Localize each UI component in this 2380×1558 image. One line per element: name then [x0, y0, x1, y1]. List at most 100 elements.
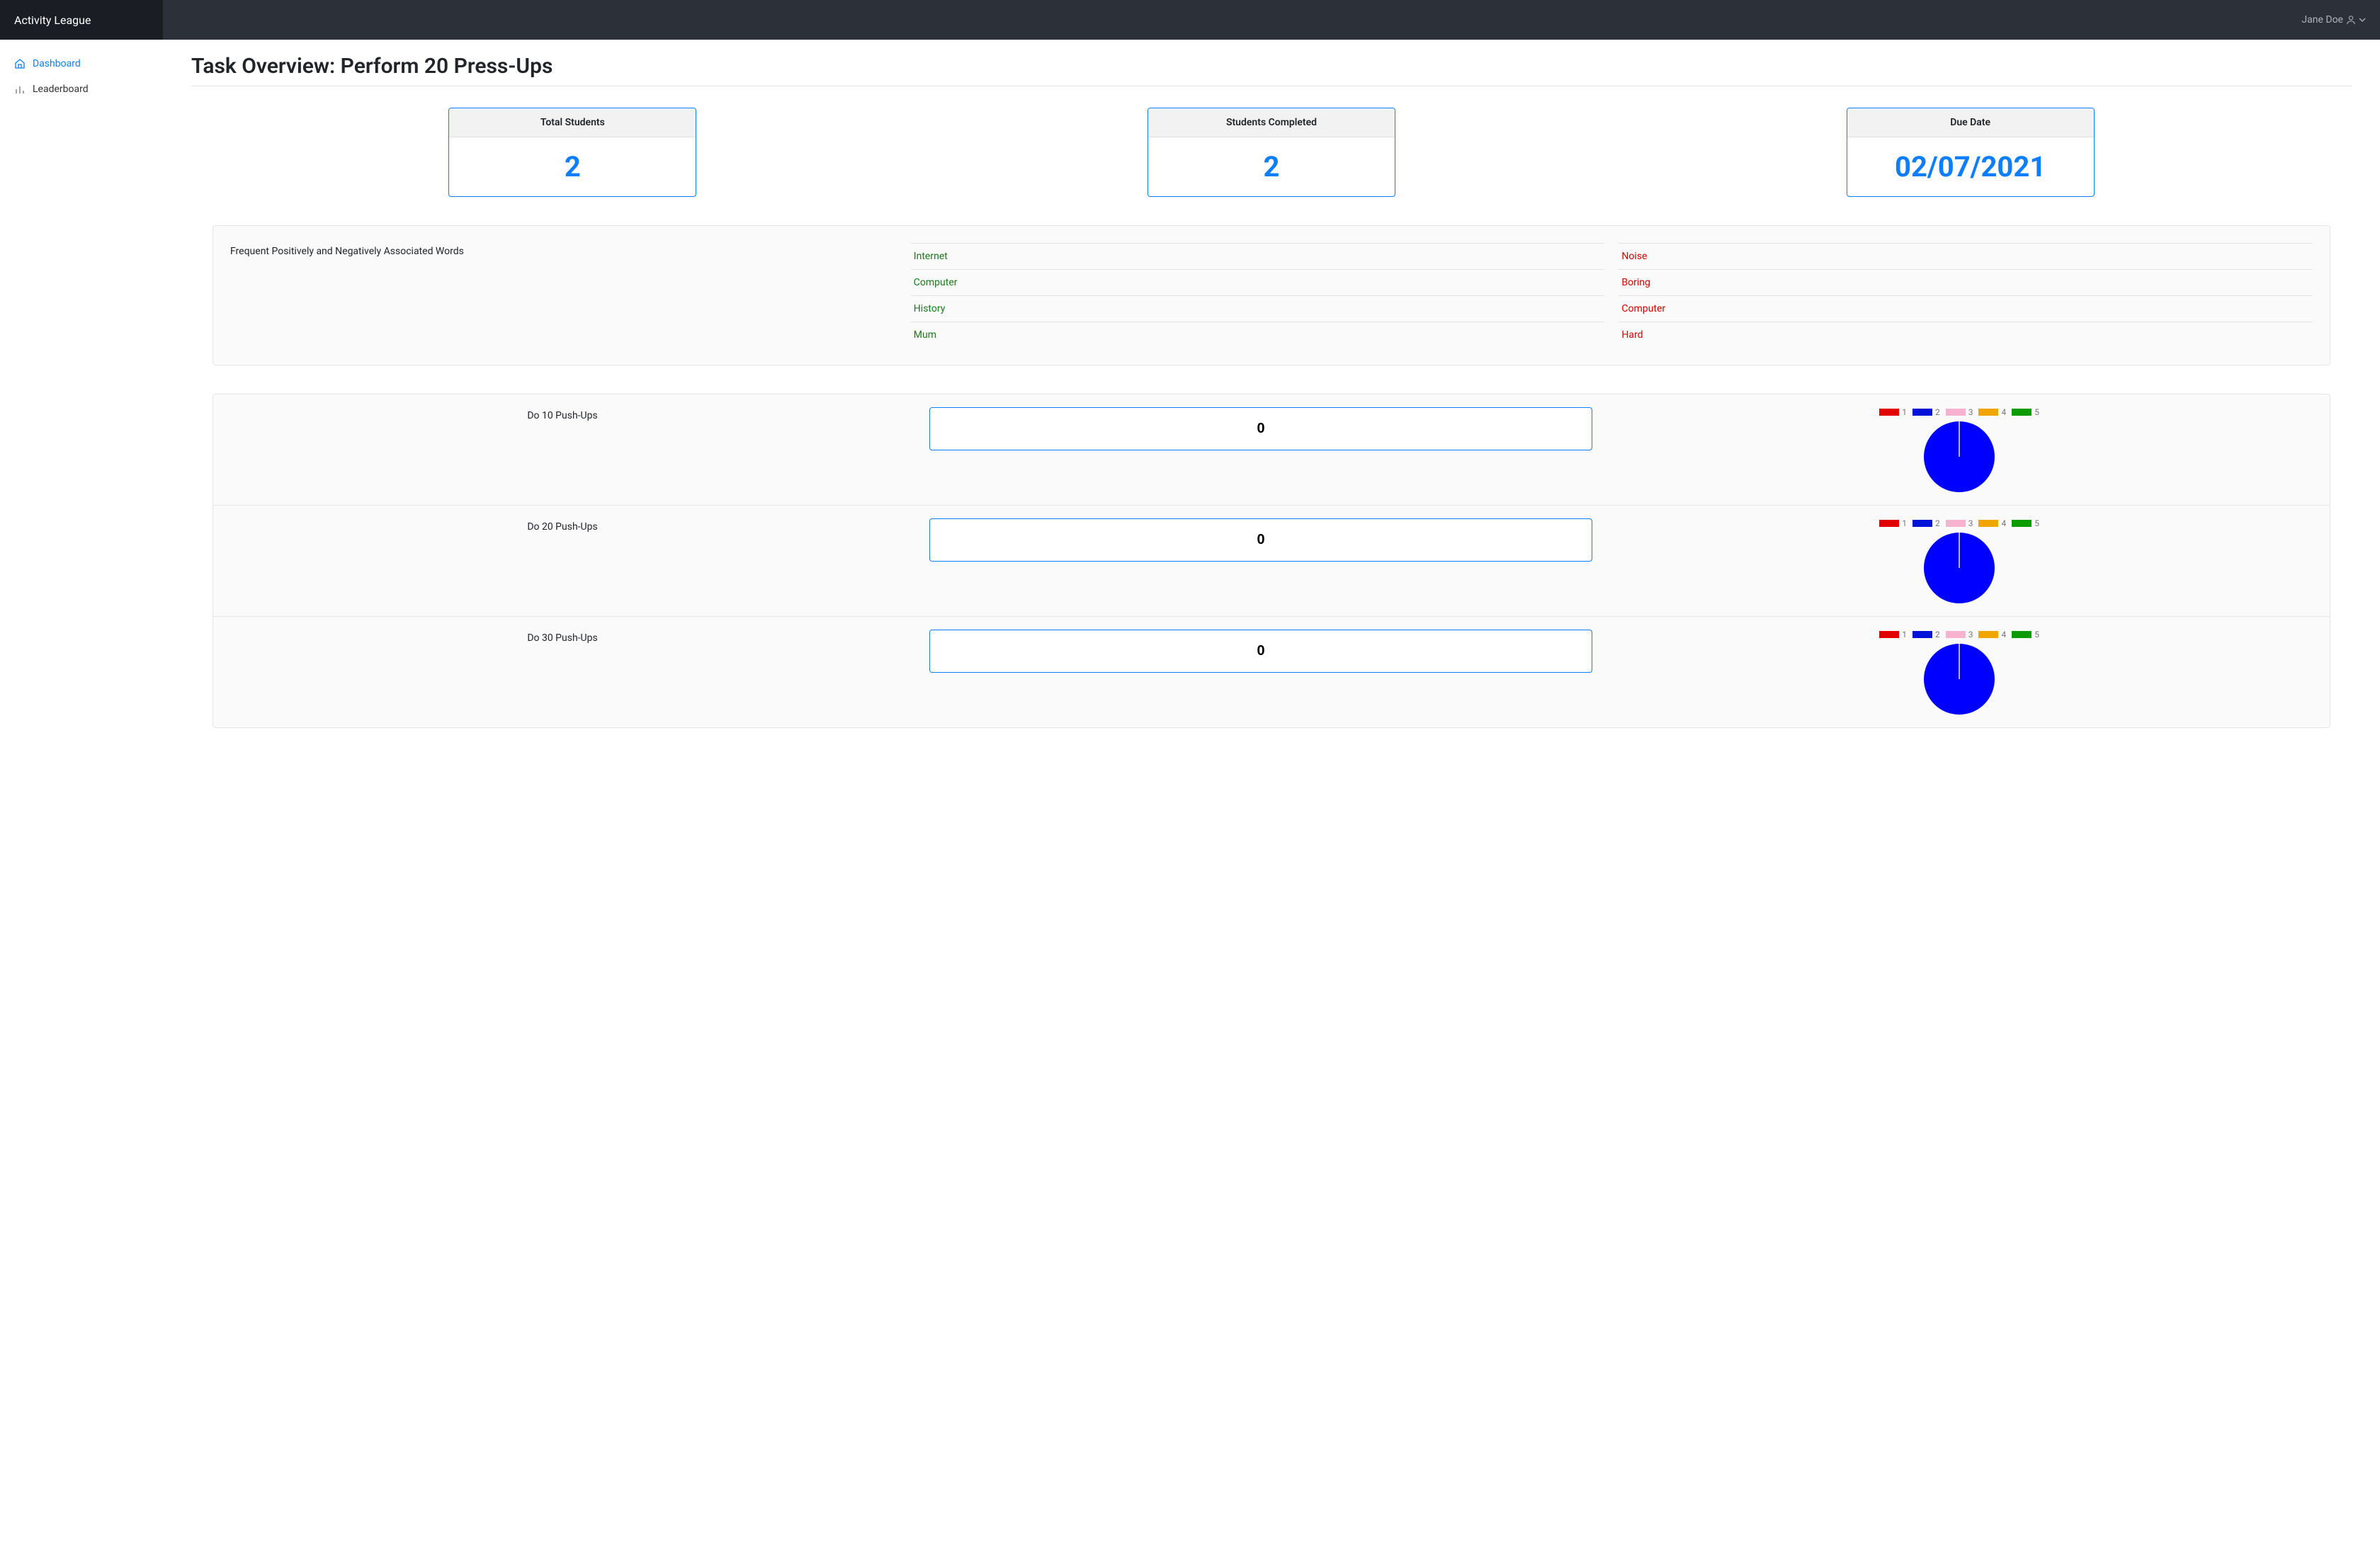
legend-swatch	[1978, 409, 1998, 416]
brand[interactable]: Activity League	[0, 0, 163, 40]
legend-swatch	[1912, 631, 1932, 638]
legend-item: 2	[1912, 407, 1940, 417]
legend-item: 1	[1879, 518, 1907, 528]
task-row: Do 30 Push-Ups 1 2 3 4 5	[213, 617, 2330, 727]
stat-card-due-date: Due Date 02/07/2021	[1847, 108, 2095, 197]
negative-words-column: Noise Boring Computer Hard	[1619, 243, 2313, 348]
stat-label: Total Students	[449, 108, 696, 137]
legend-item: 5	[2012, 630, 2039, 639]
legend-label: 3	[1968, 630, 1973, 639]
legend-item: 2	[1912, 518, 1940, 528]
legend-swatch	[1879, 409, 1899, 416]
legend-item: 3	[1946, 407, 1973, 417]
stat-value: 02/07/2021	[1847, 137, 2094, 196]
legend-label: 4	[2001, 518, 2006, 528]
legend-label: 4	[2001, 630, 2006, 639]
legend-item: 4	[1978, 518, 2006, 528]
task-name: Do 30 Push-Ups	[213, 630, 912, 644]
page-title: Task Overview: Perform 20 Press-Ups	[191, 54, 2352, 79]
stat-label: Due Date	[1847, 108, 2094, 137]
task-name: Do 20 Push-Ups	[213, 518, 912, 533]
legend-swatch	[2012, 631, 2032, 638]
legend-label: 1	[1902, 407, 1907, 417]
positive-word: Internet	[911, 243, 1605, 269]
legend-item: 5	[2012, 407, 2039, 417]
pie-chart	[1924, 644, 1995, 715]
legend-item: 1	[1879, 407, 1907, 417]
main-content: Task Overview: Perform 20 Press-Ups Tota…	[163, 40, 2380, 742]
sidebar-item-label: Dashboard	[33, 58, 81, 69]
legend-swatch	[1978, 631, 1998, 638]
task-panel: Do 10 Push-Ups 1 2 3 4 5 Do 20 Push-Ups	[212, 394, 2330, 728]
legend-item: 1	[1879, 630, 1907, 639]
words-panel-label: Frequent Positively and Negatively Assoc…	[230, 243, 897, 348]
stat-card-students-completed: Students Completed 2	[1148, 108, 1395, 197]
task-chart-col: 1 2 3 4 5	[1610, 407, 2308, 492]
stat-row: Total Students 2 Students Completed 2 Du…	[191, 108, 2352, 197]
chart-legend: 1 2 3 4 5	[1879, 630, 2039, 639]
task-row: Do 20 Push-Ups 1 2 3 4 5	[213, 506, 2330, 617]
pie-chart	[1924, 421, 1995, 492]
stat-value: 2	[1148, 137, 1395, 196]
sidebar-item-leaderboard[interactable]: Leaderboard	[0, 76, 163, 102]
legend-swatch	[2012, 520, 2032, 527]
topbar: Activity League Jane Doe	[0, 0, 2380, 40]
legend-label: 2	[1935, 518, 1940, 528]
legend-item: 4	[1978, 407, 2006, 417]
legend-swatch	[1912, 520, 1932, 527]
stat-value: 2	[449, 137, 696, 196]
task-chart-col: 1 2 3 4 5	[1610, 518, 2308, 603]
legend-swatch	[1946, 409, 1966, 416]
positive-word: History	[911, 295, 1605, 322]
legend-swatch	[1978, 520, 1998, 527]
legend-item: 4	[1978, 630, 2006, 639]
legend-label: 2	[1935, 407, 1940, 417]
negative-word: Boring	[1619, 269, 2313, 295]
brand-label: Activity League	[14, 13, 91, 27]
task-value-input[interactable]	[929, 407, 1593, 450]
pie-chart	[1924, 533, 1995, 603]
legend-label: 3	[1968, 407, 1973, 417]
legend-swatch	[1879, 520, 1899, 527]
task-name: Do 10 Push-Ups	[213, 407, 912, 421]
negative-word: Noise	[1619, 243, 2313, 269]
legend-swatch	[1946, 631, 1966, 638]
legend-label: 2	[1935, 630, 1940, 639]
legend-label: 1	[1902, 518, 1907, 528]
task-value-input[interactable]	[929, 630, 1593, 673]
legend-label: 3	[1968, 518, 1973, 528]
task-value-input[interactable]	[929, 518, 1593, 562]
task-input-col	[912, 630, 1610, 673]
legend-label: 5	[2034, 518, 2039, 528]
person-icon	[2346, 15, 2356, 25]
legend-swatch	[1879, 631, 1899, 638]
bar-chart-icon	[14, 84, 26, 95]
stat-label: Students Completed	[1148, 108, 1395, 137]
positive-word: Mum	[911, 322, 1605, 348]
negative-word: Hard	[1619, 322, 2313, 348]
legend-item: 3	[1946, 518, 1973, 528]
chart-legend: 1 2 3 4 5	[1879, 407, 2039, 417]
user-menu[interactable]: Jane Doe	[2301, 14, 2366, 25]
task-input-col	[912, 518, 1610, 562]
legend-item: 3	[1946, 630, 1973, 639]
legend-item: 5	[2012, 518, 2039, 528]
caret-down-icon	[2359, 16, 2366, 23]
stat-card-total-students: Total Students 2	[448, 108, 696, 197]
task-row: Do 10 Push-Ups 1 2 3 4 5	[213, 394, 2330, 506]
chart-legend: 1 2 3 4 5	[1879, 518, 2039, 528]
negative-word: Computer	[1619, 295, 2313, 322]
legend-label: 5	[2034, 407, 2039, 417]
legend-swatch	[2012, 409, 2032, 416]
positive-word: Computer	[911, 269, 1605, 295]
sidebar: Dashboard Leaderboard	[0, 40, 163, 1558]
legend-label: 4	[2001, 407, 2006, 417]
legend-swatch	[1946, 520, 1966, 527]
legend-item: 2	[1912, 630, 1940, 639]
user-name: Jane Doe	[2301, 14, 2343, 25]
legend-swatch	[1912, 409, 1932, 416]
sidebar-item-dashboard[interactable]: Dashboard	[0, 51, 163, 76]
home-icon	[14, 58, 26, 69]
task-input-col	[912, 407, 1610, 450]
task-chart-col: 1 2 3 4 5	[1610, 630, 2308, 715]
